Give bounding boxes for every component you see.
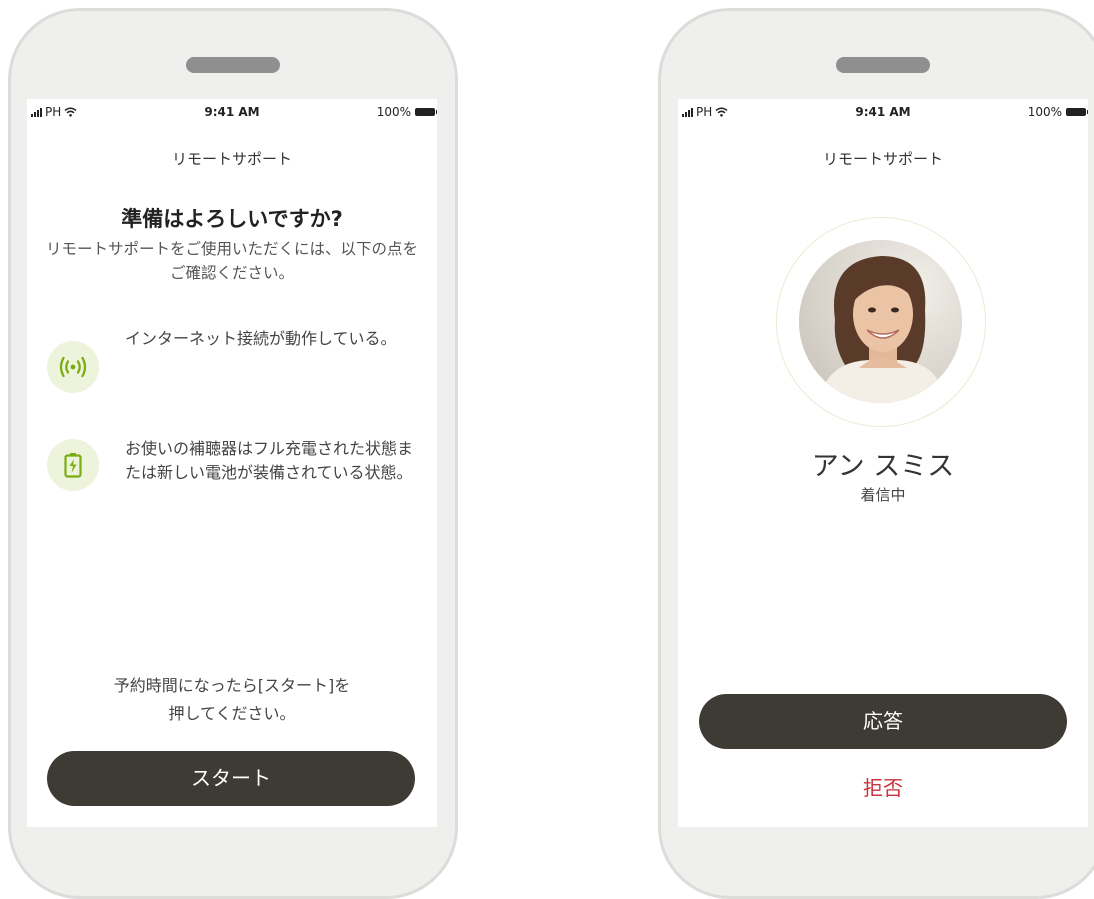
battery-icon [1066,108,1088,116]
answer-button[interactable]: 応答 [699,694,1067,749]
caller-avatar [799,240,962,403]
start-notice-text: 予約時間になったら[スタート]を押してください。 [113,676,351,723]
remote-support-ready-screen: PH 9:41 AM 100% リモートサポート 準備はよろしいですか? リモー… [27,99,437,827]
nav-title: リモートサポート [171,150,292,168]
battery-charging-icon [47,439,99,491]
start-notice: 予約時間になったら[スタート]を押してください。 [27,672,437,728]
nav-title: リモートサポート [822,150,943,168]
battery-percent: 100% [1027,105,1062,119]
status-bar: PH 9:41 AM 100% [27,105,437,123]
status-time: 9:41 AM [204,105,260,119]
phone-speaker [186,57,280,73]
avatar-ring [776,217,986,427]
start-button[interactable]: スタート [47,751,415,806]
intro-paragraph: リモートサポートをご使用いただくには、以下の点をご確認ください。 [45,240,418,282]
intro-text: リモートサポートをご使用いただくには、以下の点をご確認ください。 [27,237,437,285]
incoming-call-screen: PH 9:41 AM 100% リモートサポート アン スミス 着信中 応答 拒… [678,99,1088,827]
caller-name: アン スミス [811,451,955,482]
status-time: 9:41 AM [855,105,911,119]
checklist-item-internet: インターネット接続が動作している。 [125,329,397,348]
status-bar: PH 9:41 AM 100% [678,105,1088,123]
wireless-signal-icon [47,341,99,393]
decline-button[interactable]: 拒否 [678,771,1088,802]
phone-speaker [836,57,930,73]
phone-frame-right: PH 9:41 AM 100% リモートサポート アン スミス 着信中 応答 拒… [658,8,1094,899]
battery-percent: 100% [376,105,411,119]
phone-frame-left: PH 9:41 AM 100% リモートサポート 準備はよろしいですか? リモー… [8,8,458,899]
checklist-item-battery: お使いの補聴器はフル充電された状態または新しい電池が装備されている状態。 [125,439,414,482]
page-title: 準備はよろしいですか? [121,207,343,231]
call-status: 着信中 [860,486,906,504]
battery-icon [415,108,437,116]
